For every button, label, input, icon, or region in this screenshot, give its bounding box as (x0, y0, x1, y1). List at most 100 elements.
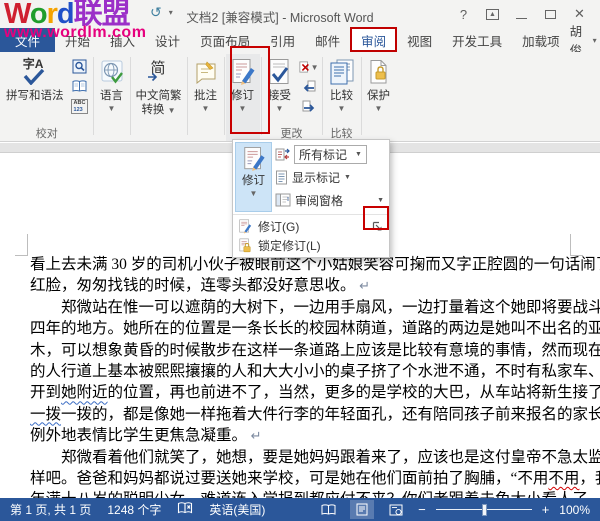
reviewing-pane-icon (275, 193, 291, 207)
dialog-launcher-button[interactable] (370, 220, 384, 234)
comment-icon (193, 57, 219, 87)
tab-页面布局[interactable]: 页面布局 (190, 28, 260, 52)
tab-视图[interactable]: 视图 (397, 28, 442, 52)
previous-change-button[interactable] (299, 78, 319, 95)
document-text[interactable]: 看上去未满 30 岁的司机小伙子被眼前这个小姑娘笑容可掬而又字正腔圆的一句话闹了… (30, 254, 600, 511)
zoom-level[interactable]: 100% (559, 503, 590, 517)
tracking-group: 修订 ▼ (225, 54, 260, 141)
track-changes-menu: 修订(G) 锁定修订(L) (233, 215, 389, 257)
thesaurus-button[interactable] (70, 78, 90, 95)
chevron-down-icon: ▼ (107, 104, 116, 114)
spelling-grammar-button[interactable]: 字A 拼写和语法 (2, 54, 68, 103)
chevron-down-icon: ▼ (167, 106, 176, 116)
zoom-out-button[interactable]: − (418, 503, 426, 516)
chevron-down-icon: ▼ (275, 104, 284, 114)
proofing-group-label: 校对 (35, 128, 58, 140)
word-count-button[interactable]: ABC 123 (70, 98, 90, 115)
chevron-down-icon: ▼ (374, 104, 383, 114)
document-line: 样吧。爸爸和妈妈都说过要送她来学校，可是她在他们面前拍了胸脯，“不用不用，我一个 (30, 469, 600, 487)
protect-icon (367, 57, 391, 87)
lock-tracking-icon (239, 238, 251, 253)
ribbon-display-options-button[interactable]: ▲ (478, 4, 507, 24)
protect-button[interactable]: 保护 ▼ (363, 54, 395, 114)
compare-button[interactable]: 比较 ▼ (324, 54, 360, 114)
web-layout-button[interactable] (384, 500, 408, 519)
reject-button[interactable]: ▼ (298, 58, 319, 75)
tab-开发工具[interactable]: 开发工具 (442, 28, 512, 52)
tab-插入[interactable]: 插入 (100, 28, 145, 52)
tab-设计[interactable]: 设计 (145, 28, 190, 52)
all-markup-icon (275, 148, 290, 160)
paragraph-mark: ↵ (247, 428, 262, 444)
chevron-down-icon: ▾ (592, 35, 597, 45)
previous-icon (303, 80, 315, 92)
language-indicator[interactable]: 英语(美国) (209, 501, 265, 518)
tab-开始[interactable]: 开始 (55, 28, 100, 52)
minimize-button[interactable] (507, 4, 536, 24)
document-line: 四年的地方。她所在的位置是一条长长的校园林荫道，道路的两边是她叫不出名的亚热带树 (30, 320, 600, 338)
reject-icon (298, 60, 309, 73)
chevron-down-icon: ▼ (377, 196, 384, 204)
menu-item-lock-tracking[interactable]: 锁定修订(L) (233, 236, 389, 255)
word-count-icon: ABC 123 (71, 98, 88, 115)
new-comment-button[interactable]: 批注 ▼ (189, 54, 223, 114)
document-line: 郑微站在惟一可以遮荫的大树下，一边用手扇风，一边打量着这个她即将要战斗和生活 (61, 298, 600, 316)
document-line: 红脸，匆匆找钱的时候，连零头都没好意思收。 ↵ (30, 277, 371, 295)
tab-加载项[interactable]: 加载项 (512, 28, 570, 52)
show-markup-icon (276, 170, 287, 184)
chinese-conversion-icon: 简 (146, 57, 172, 87)
track-changes-ribbon-button[interactable]: 修订 ▼ (226, 54, 260, 114)
document-line: 例外地表情比学生更焦急凝重。 ↵ (30, 427, 262, 445)
tab-文件[interactable]: 文件 (0, 28, 56, 52)
display-for-review-select[interactable]: 所有标记 ▼ (294, 144, 367, 164)
accept-button[interactable]: 接受 ▼ (263, 54, 297, 114)
proofing-status-icon[interactable] (177, 501, 193, 518)
research-button[interactable] (70, 58, 90, 75)
protect-group: 保护 ▼ (363, 54, 395, 141)
zoom-in-button[interactable]: + (542, 503, 550, 516)
chevron-down-icon: ▼ (344, 173, 351, 181)
chevron-down-icon: ▼ (238, 104, 247, 114)
page-indicator[interactable]: 第 1 页, 共 1 页 (10, 501, 91, 518)
status-bar: 第 1 页, 共 1 页 1248 个字 英语(美国) − + 100% (0, 498, 600, 521)
document-line: 木，可以想象黄昏的时候散步在这样一条道路上应该是比较有意境的事情，然而现在整条路 (30, 341, 600, 359)
next-change-button[interactable] (299, 98, 319, 115)
word-window: ↺ ▾ 文档2 [兼容模式] - Microsoft Word ? ▲ ✕ Wo… (0, 0, 600, 521)
chevron-down-icon: ▼ (249, 189, 258, 198)
track-changes-popup: 修订 ▼ 所有标记 ▼ 显示标记 ▼ 审阅窗格 ▼ 修订(G) 锁定修订(L) (232, 139, 390, 258)
spelling-grammar-icon: 字A (21, 57, 49, 87)
read-mode-button[interactable] (316, 500, 340, 519)
thesaurus-icon (72, 80, 87, 92)
chevron-down-icon: ▼ (201, 104, 210, 114)
chevron-down-icon: ▼ (355, 150, 362, 158)
help-button[interactable]: ? (449, 4, 478, 24)
track-changes-icon (239, 219, 252, 234)
tab-审阅[interactable]: 审阅 (350, 27, 398, 52)
tab-邮件[interactable]: 邮件 (305, 28, 350, 52)
document-line: 郑微看着他们就笑了，她想，要是她妈妈跟着来了，应该也是这付皇帝不急太监急的模 (61, 448, 600, 466)
document-line: 的人行道上基本被熙熙攘攘的人和大大小小的桌子挤了个水泄不通，不时有私家车、出租车 (30, 362, 600, 380)
menu-item-track-changes[interactable]: 修订(G) (233, 217, 389, 236)
language-icon (99, 57, 125, 87)
chevron-down-icon: ▼ (337, 104, 346, 114)
tab-引用[interactable]: 引用 (260, 28, 305, 52)
maximize-button[interactable] (536, 4, 565, 24)
tracking-flyout: 修订 ▼ 所有标记 ▼ 显示标记 ▼ 审阅窗格 ▼ (233, 140, 389, 215)
account-area[interactable]: 胡俊 ▾ (570, 25, 600, 58)
print-layout-button[interactable] (350, 500, 375, 519)
chinese-conversion-button[interactable]: 简 中文简繁 转换 ▼ (132, 54, 186, 118)
language-button[interactable]: 语言 ▼ (95, 54, 129, 114)
track-changes-split-button[interactable]: 修订 ▼ (235, 142, 272, 212)
paragraph-mark: ↵ (355, 278, 371, 294)
word-count-indicator[interactable]: 1248 个字 (107, 501, 161, 518)
next-icon (302, 100, 314, 112)
reviewing-pane-button[interactable]: 审阅窗格 ▼ (275, 189, 387, 211)
show-markup-button[interactable]: 显示标记 ▼ (275, 166, 387, 188)
track-changes-icon (230, 57, 256, 87)
compare-icon (328, 57, 356, 87)
language-group: 语言 ▼ (95, 54, 129, 141)
zoom-slider-thumb[interactable] (481, 503, 487, 516)
track-changes-icon (243, 147, 265, 171)
ribbon-tabs-row: 文件 开始 插入 设计 页面布局 引用 邮件 审阅 视图 开发工具 加载项 胡俊 ▾ (0, 25, 600, 58)
zoom-slider[interactable] (435, 503, 532, 516)
